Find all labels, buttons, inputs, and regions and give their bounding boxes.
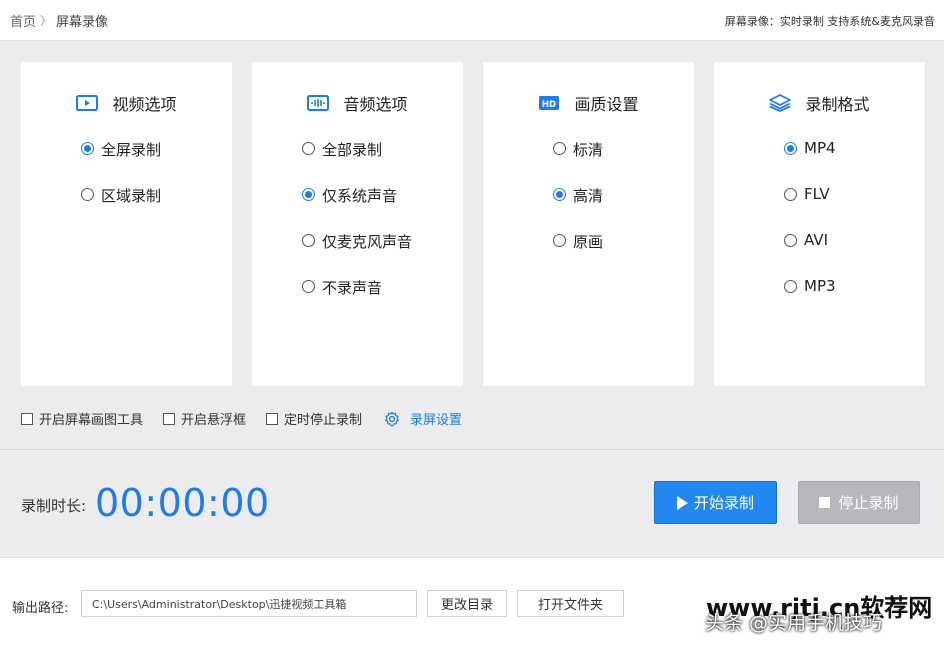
record-settings-label: 录屏设置 bbox=[410, 413, 463, 428]
option-label: 标清 bbox=[573, 141, 604, 159]
start-recording-button[interactable]: 开始录制 bbox=[654, 481, 777, 524]
breadcrumb: 首页 〉 屏幕录像 bbox=[10, 11, 108, 30]
stop-recording-label: 停止录制 bbox=[838, 494, 899, 512]
option-no-audio[interactable]: 不录声音 bbox=[302, 277, 412, 323]
record-settings-link[interactable]: 录屏设置 bbox=[384, 409, 462, 428]
float-window-checkbox[interactable]: 开启悬浮框 bbox=[163, 409, 246, 428]
recording-bar: 录制时长: 00:00:00 开始录制 停止录制 bbox=[0, 449, 944, 557]
timed-stop-checkbox[interactable]: 定时停止录制 bbox=[266, 409, 362, 428]
duration-timer: 00:00:00 bbox=[95, 481, 270, 525]
audio-wave-icon bbox=[307, 94, 330, 112]
quality-options-card: HD 画质设置 标清 高清 原画 bbox=[483, 62, 694, 386]
option-system-audio[interactable]: 仅系统声音 bbox=[302, 185, 412, 231]
radio[interactable] bbox=[302, 142, 315, 155]
card-title-label: 视频选项 bbox=[112, 95, 177, 114]
checkbox-label: 开启屏幕画图工具 bbox=[39, 413, 144, 428]
radio-selected[interactable] bbox=[302, 188, 315, 201]
card-title: 音频选项 bbox=[252, 91, 463, 115]
format-options-card: 录制格式 MP4 FLV AVI MP3 bbox=[714, 62, 925, 386]
card-title-label: 音频选项 bbox=[343, 95, 408, 114]
layers-icon bbox=[769, 94, 792, 112]
card-title: 录制格式 bbox=[714, 91, 925, 115]
card-title: 视频选项 bbox=[21, 91, 232, 115]
stop-icon bbox=[819, 497, 831, 508]
output-path-label: 输出路径: bbox=[12, 601, 69, 616]
checkbox[interactable] bbox=[21, 412, 33, 425]
play-icon bbox=[676, 495, 688, 510]
extra-options: 开启屏幕画图工具 开启悬浮框 定时停止录制 录屏设置 bbox=[21, 409, 462, 428]
option-label: 全屏录制 bbox=[101, 141, 162, 159]
option-all-audio[interactable]: 全部录制 bbox=[302, 139, 412, 185]
option-label: 全部录制 bbox=[322, 141, 383, 159]
option-sd[interactable]: 标清 bbox=[553, 139, 603, 185]
option-original[interactable]: 原画 bbox=[553, 231, 603, 277]
quality-option-list: 标清 高清 原画 bbox=[553, 139, 603, 277]
radio-selected[interactable] bbox=[784, 142, 797, 155]
option-mp3[interactable]: MP3 bbox=[784, 277, 836, 323]
radio[interactable] bbox=[553, 234, 566, 247]
top-bar: 首页 〉 屏幕录像 屏幕录像：实时录制 支持系统&麦克风录音 bbox=[0, 0, 944, 41]
checkbox[interactable] bbox=[266, 412, 279, 425]
option-mic-audio[interactable]: 仅麦克风声音 bbox=[302, 231, 412, 277]
open-folder-button[interactable]: 打开文件夹 bbox=[517, 590, 624, 617]
option-label: 高清 bbox=[573, 187, 604, 205]
audio-options-card: 音频选项 全部录制 仅系统声音 仅麦克风声音 不录声音 bbox=[252, 62, 463, 386]
radio[interactable] bbox=[81, 188, 94, 201]
checkbox[interactable] bbox=[163, 412, 176, 425]
hd-icon: HD bbox=[538, 94, 560, 112]
breadcrumb-current: 屏幕录像 bbox=[56, 15, 109, 30]
stop-recording-button[interactable]: 停止录制 bbox=[798, 481, 920, 524]
card-title-label: 画质设置 bbox=[574, 95, 639, 114]
radio[interactable] bbox=[784, 280, 797, 293]
option-fullscreen[interactable]: 全屏录制 bbox=[81, 139, 161, 185]
header-description: 屏幕录像：实时录制 支持系统&麦克风录音 bbox=[724, 15, 935, 28]
checkbox-label: 定时停止录制 bbox=[284, 413, 363, 428]
option-mp4[interactable]: MP4 bbox=[784, 139, 836, 185]
gear-icon bbox=[384, 411, 400, 427]
radio-selected[interactable] bbox=[81, 142, 94, 155]
draw-tool-checkbox[interactable]: 开启屏幕画图工具 bbox=[21, 409, 143, 428]
change-directory-button[interactable]: 更改目录 bbox=[427, 590, 507, 617]
radio[interactable] bbox=[302, 280, 315, 293]
option-label: 不录声音 bbox=[322, 279, 383, 297]
checkbox-label: 开启悬浮框 bbox=[181, 413, 247, 428]
option-label: 原画 bbox=[573, 233, 604, 251]
radio[interactable] bbox=[784, 234, 797, 247]
radio[interactable] bbox=[553, 142, 566, 155]
option-label: FLV bbox=[804, 185, 830, 203]
option-label: 仅系统声音 bbox=[322, 187, 398, 205]
option-label: 区域录制 bbox=[101, 187, 162, 205]
audio-option-list: 全部录制 仅系统声音 仅麦克风声音 不录声音 bbox=[302, 139, 412, 323]
option-label: 仅麦克风声音 bbox=[322, 233, 413, 251]
start-recording-label: 开始录制 bbox=[693, 494, 754, 512]
option-avi[interactable]: AVI bbox=[784, 231, 836, 277]
video-option-list: 全屏录制 区域录制 bbox=[81, 139, 161, 231]
radio[interactable] bbox=[302, 234, 315, 247]
format-option-list: MP4 FLV AVI MP3 bbox=[784, 139, 836, 323]
card-title-label: 录制格式 bbox=[805, 95, 870, 114]
option-hd[interactable]: 高清 bbox=[553, 185, 603, 231]
watermark-author: 头条 @实用手机技巧 bbox=[705, 612, 883, 634]
radio[interactable] bbox=[784, 188, 797, 201]
video-options-card: 视频选项 全屏录制 区域录制 bbox=[21, 62, 232, 386]
option-flv[interactable]: FLV bbox=[784, 185, 836, 231]
breadcrumb-home[interactable]: 首页 bbox=[10, 11, 36, 30]
output-path-input[interactable] bbox=[81, 590, 417, 617]
radio-selected[interactable] bbox=[553, 188, 566, 201]
video-icon bbox=[76, 94, 99, 112]
options-panel: 视频选项 全屏录制 区域录制 音频选项 全部录制 仅系统声音 仅麦克风声音 不录… bbox=[0, 41, 944, 449]
option-region[interactable]: 区域录制 bbox=[81, 185, 161, 231]
option-label: MP4 bbox=[804, 139, 836, 157]
svg-text:HD: HD bbox=[542, 100, 556, 110]
duration-label: 录制时长: bbox=[21, 497, 87, 515]
option-label: MP3 bbox=[804, 277, 836, 295]
option-label: AVI bbox=[804, 231, 828, 249]
breadcrumb-separator-icon: 〉 bbox=[40, 14, 53, 28]
card-title: HD 画质设置 bbox=[483, 91, 694, 115]
